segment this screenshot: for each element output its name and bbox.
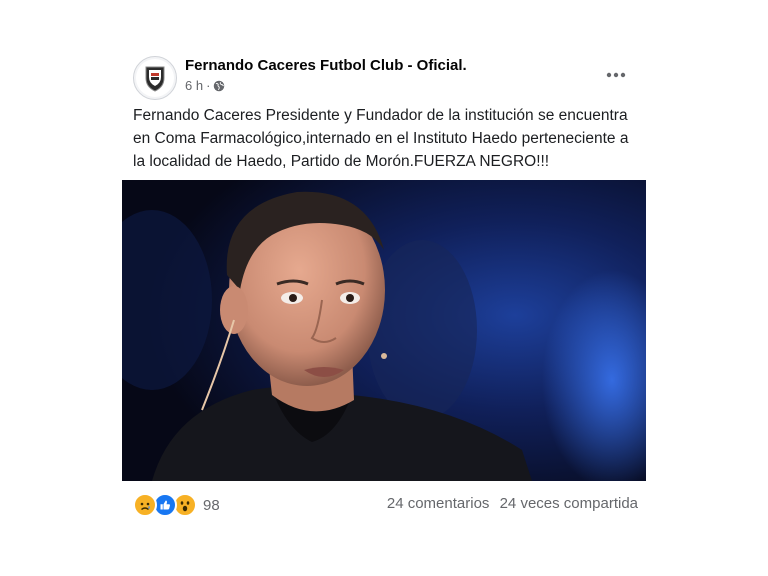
post-meta: 6 h ·	[185, 78, 225, 93]
page-name-link[interactable]: Fernando Caceres Futbol Club - Oficial.	[185, 57, 467, 74]
ellipsis-icon	[606, 72, 626, 78]
reaction-count[interactable]: 98	[203, 497, 220, 514]
sad-reaction-icon	[133, 493, 157, 517]
comments-count-link[interactable]: 24 comentarios	[387, 495, 490, 512]
post-footer: 98 24 comentarios 24 veces compartida	[133, 493, 638, 517]
globe-icon[interactable]	[213, 80, 225, 92]
post-stats: 24 comentarios 24 veces compartida	[387, 495, 638, 512]
man-portrait-photo	[122, 180, 646, 481]
post-photo[interactable]	[122, 180, 646, 481]
shares-count-link[interactable]: 24 veces compartida	[500, 495, 638, 512]
reactions-summary[interactable]: 98	[133, 493, 220, 517]
post-timestamp[interactable]: 6 h	[185, 78, 203, 93]
page-avatar[interactable]	[133, 56, 177, 100]
post-text: Fernando Caceres Presidente y Fundador d…	[133, 107, 629, 170]
club-crest-icon	[136, 59, 174, 97]
more-options-button[interactable]	[602, 66, 630, 84]
meta-separator: ·	[206, 78, 211, 93]
